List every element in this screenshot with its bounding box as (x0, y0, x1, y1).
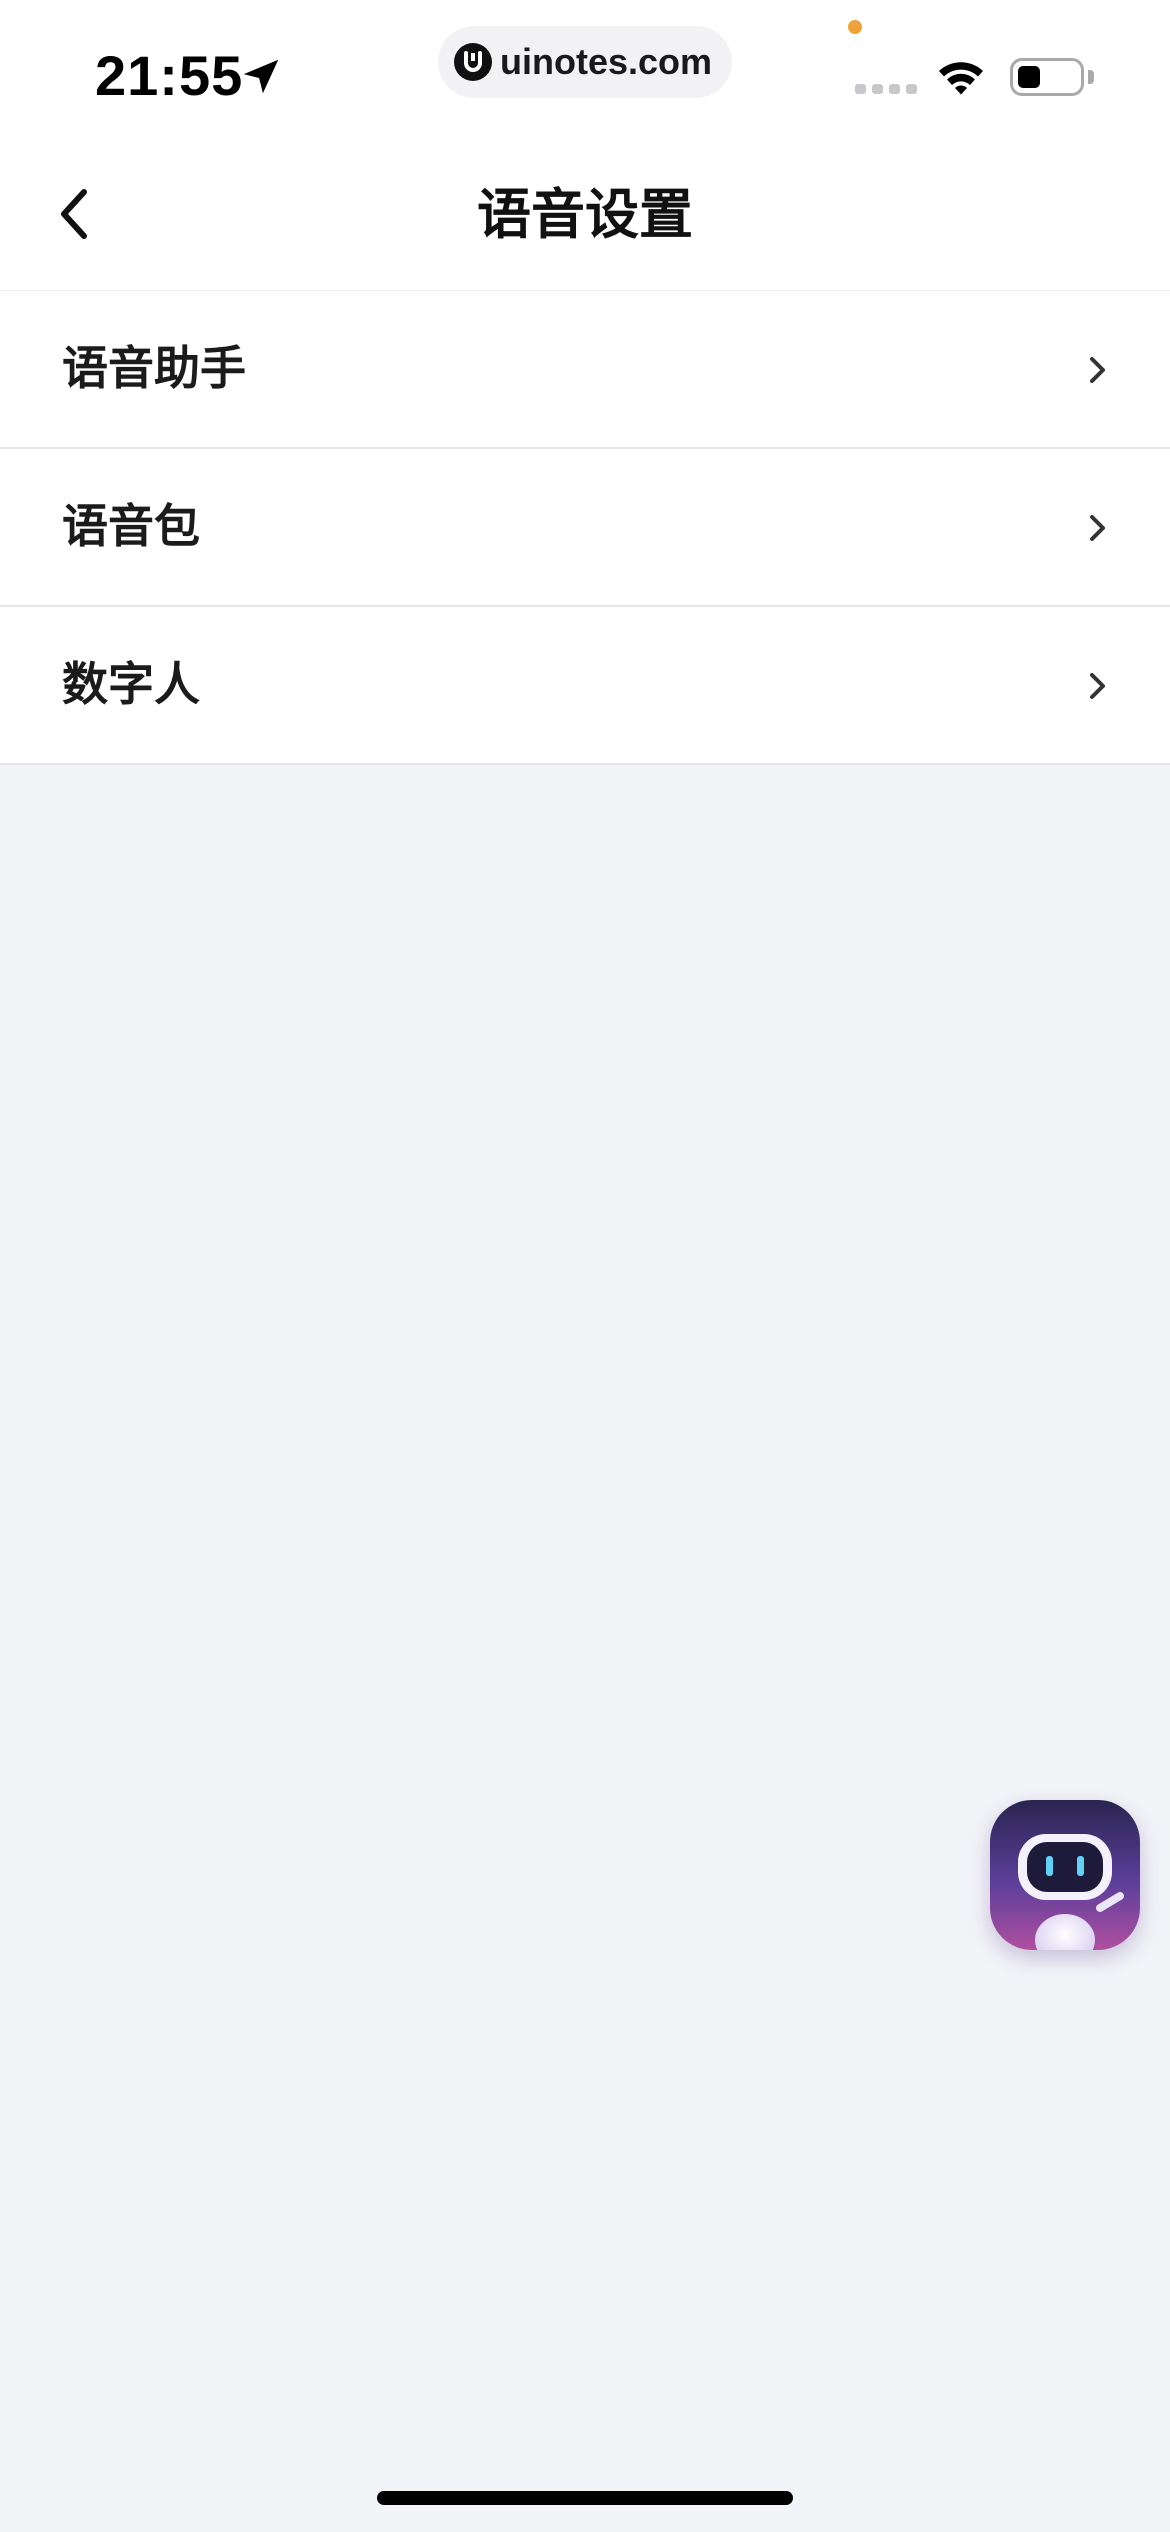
battery-icon (1010, 58, 1084, 96)
page-title: 语音设置 (477, 183, 693, 246)
wifi-icon (939, 62, 983, 95)
status-bar: 21:55 uinotes.com (0, 0, 1170, 140)
battery-cap (1088, 70, 1094, 84)
cellular-signal-icon (855, 84, 917, 94)
menu-item-label: 语音包 (62, 499, 200, 553)
menu-item-label: 语音助手 (62, 341, 246, 395)
chevron-right-icon (1090, 357, 1105, 383)
battery-level (1018, 66, 1040, 88)
url-text: uinotes.com (500, 41, 713, 82)
robot-assistant-icon (990, 1800, 1140, 1950)
assistant-fab-button[interactable] (990, 1800, 1140, 1950)
recording-indicator-dot (848, 20, 862, 34)
menu-item-voice-pack[interactable]: 语音包 (0, 449, 1170, 607)
settings-list: 语音助手 语音包 数字人 (0, 290, 1170, 765)
chevron-right-icon (1090, 673, 1105, 699)
menu-item-digital-human[interactable]: 数字人 (0, 607, 1170, 765)
home-indicator (377, 2491, 793, 2505)
nav-bar: 语音设置 (0, 140, 1170, 290)
menu-item-voice-assistant[interactable]: 语音助手 (0, 291, 1170, 449)
menu-item-label: 数字人 (62, 657, 200, 711)
url-pill[interactable]: uinotes.com (438, 26, 732, 98)
uinotes-logo-icon (454, 43, 492, 81)
status-time: 21:55 (95, 44, 244, 107)
location-arrow-icon (243, 59, 279, 94)
chevron-right-icon (1090, 515, 1105, 541)
